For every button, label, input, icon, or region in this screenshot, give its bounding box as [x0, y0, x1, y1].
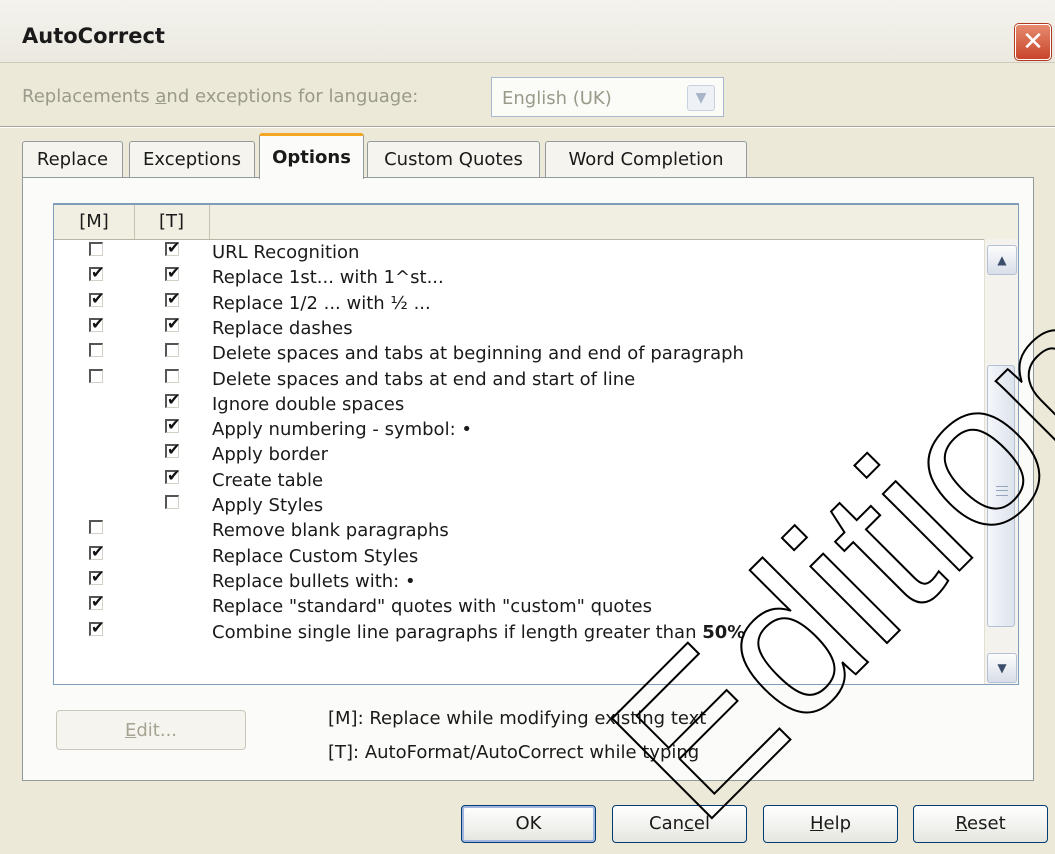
option-label: Replace bullets with: •	[212, 570, 416, 592]
option-label: Replace Custom Styles	[212, 545, 419, 567]
list-item[interactable]: Delete spaces and tabs at beginning and …	[54, 342, 984, 366]
cancel-button[interactable]: Cancel	[612, 805, 747, 843]
list-item[interactable]: Replace "standard" quotes with "custom" …	[54, 593, 984, 619]
checkbox-t[interactable]	[165, 416, 180, 434]
title-bar: AutoCorrect ✕	[0, 0, 1055, 63]
option-label: Remove blank paragraphs	[212, 520, 449, 542]
option-label: Delete spaces and tabs at beginning and …	[212, 343, 744, 365]
option-label: Delete spaces and tabs at end and start …	[212, 368, 636, 390]
list-item[interactable]: Create table	[54, 467, 984, 493]
list-item[interactable]: Replace bullets with: •	[54, 568, 984, 594]
list-item[interactable]: Remove blank paragraphs	[54, 519, 984, 543]
option-label: Ignore double spaces	[212, 393, 405, 415]
list-item[interactable]: Delete spaces and tabs at end and start …	[54, 368, 984, 392]
checkbox-t[interactable]	[165, 467, 180, 485]
option-label: Apply numbering - symbol: •	[212, 419, 472, 441]
scroll-down-button[interactable]: ▼	[987, 653, 1017, 683]
column-t-header[interactable]: [T]	[134, 205, 210, 239]
options-list: [M] [T] URL Recognition Replace 1st... wi…	[53, 203, 1019, 685]
edit-button[interactable]: Edit...	[56, 710, 246, 750]
option-label: Replace "standard" quotes with "custom" …	[212, 596, 652, 618]
checkbox-t[interactable]	[165, 368, 179, 383]
checkbox-m[interactable]	[89, 264, 104, 282]
list-item[interactable]: URL Recognition	[54, 239, 984, 265]
checkbox-t[interactable]	[165, 315, 180, 333]
option-label: URL Recognition	[212, 242, 360, 263]
list-body: URL Recognition Replace 1st... with 1^st.…	[54, 239, 984, 684]
checkbox-m[interactable]	[89, 343, 103, 358]
language-value: English (UK)	[502, 88, 612, 109]
language-label: Replacements and exceptions for language…	[22, 86, 419, 107]
checkbox-t[interactable]	[165, 239, 180, 257]
list-header: [M] [T]	[54, 205, 1018, 240]
tab-word-completion[interactable]: Word Completion	[545, 141, 747, 177]
list-item[interactable]: Replace dashes	[54, 315, 984, 341]
scrollbar[interactable]: ▲ ▼	[984, 239, 1018, 684]
checkbox-t[interactable]	[165, 495, 179, 509]
legend-t: [T]: AutoFormat/AutoCorrect while typing	[328, 742, 700, 763]
scroll-up-button[interactable]: ▲	[987, 245, 1017, 275]
option-label: Apply Styles	[212, 495, 324, 516]
checkbox-m[interactable]	[89, 290, 104, 308]
option-label: Replace 1st... with 1^st...	[212, 267, 444, 289]
tab-custom-quotes[interactable]: Custom Quotes	[367, 141, 540, 177]
tab-options[interactable]: Options	[259, 133, 364, 179]
list-item[interactable]: Apply Styles	[54, 494, 984, 518]
option-label: Replace 1/2 ... with ½ ...	[212, 292, 431, 314]
checkbox-m[interactable]	[89, 315, 104, 333]
list-item[interactable]: Combine single line paragraphs if length…	[54, 619, 984, 645]
chevron-down-icon[interactable]: ▼	[687, 85, 715, 111]
close-button[interactable]: ✕	[1015, 24, 1051, 60]
close-icon: ✕	[1022, 27, 1044, 57]
option-label: Combine single line paragraphs if length…	[212, 621, 746, 643]
column-m-header[interactable]: [M]	[54, 205, 135, 239]
checkbox-t[interactable]	[165, 290, 180, 308]
checkbox-m[interactable]	[89, 368, 103, 383]
checkbox-m[interactable]	[89, 593, 104, 611]
legend-m: [M]: Replace while modifying existing te…	[328, 708, 707, 729]
tab-exceptions[interactable]: Exceptions	[129, 141, 255, 177]
checkbox-m[interactable]	[89, 242, 103, 256]
checkbox-m[interactable]	[89, 543, 104, 561]
checkbox-t[interactable]	[165, 264, 180, 282]
checkbox-m[interactable]	[89, 619, 104, 637]
list-item[interactable]: Apply numbering - symbol: •	[54, 416, 984, 442]
options-panel: [M] [T] URL Recognition Replace 1st... wi…	[22, 177, 1034, 781]
separator	[0, 126, 1055, 128]
option-label: Replace dashes	[212, 317, 353, 339]
option-label: Create table	[212, 469, 324, 491]
chevron-up-icon: ▲	[997, 253, 1007, 267]
list-item[interactable]: Replace Custom Styles	[54, 543, 984, 569]
checkbox-t[interactable]	[165, 441, 180, 459]
help-button[interactable]: Help	[763, 805, 898, 843]
language-select[interactable]: English (UK) ▼	[491, 77, 724, 117]
chevron-down-icon: ▼	[997, 661, 1007, 675]
checkbox-t[interactable]	[165, 391, 180, 409]
reset-button[interactable]: Reset	[913, 805, 1048, 843]
checkbox-t[interactable]	[165, 343, 179, 358]
checkbox-m[interactable]	[89, 568, 104, 586]
grip-icon	[996, 486, 1008, 496]
dialog-title: AutoCorrect	[22, 24, 165, 48]
list-item[interactable]: Replace 1/2 ... with ½ ...	[54, 290, 984, 316]
checkbox-m[interactable]	[89, 520, 103, 535]
list-item[interactable]: Replace 1st... with 1^st...	[54, 264, 984, 290]
list-item[interactable]: Ignore double spaces	[54, 391, 984, 417]
tab-replace[interactable]: Replace	[22, 141, 123, 177]
option-label: Apply border	[212, 444, 328, 466]
list-item[interactable]: Apply border	[54, 441, 984, 467]
autocorrect-dialog: AutoCorrect ✕ Replacements and exception…	[0, 0, 1055, 854]
scroll-thumb[interactable]	[987, 365, 1015, 627]
ok-button[interactable]: OK	[461, 805, 596, 843]
